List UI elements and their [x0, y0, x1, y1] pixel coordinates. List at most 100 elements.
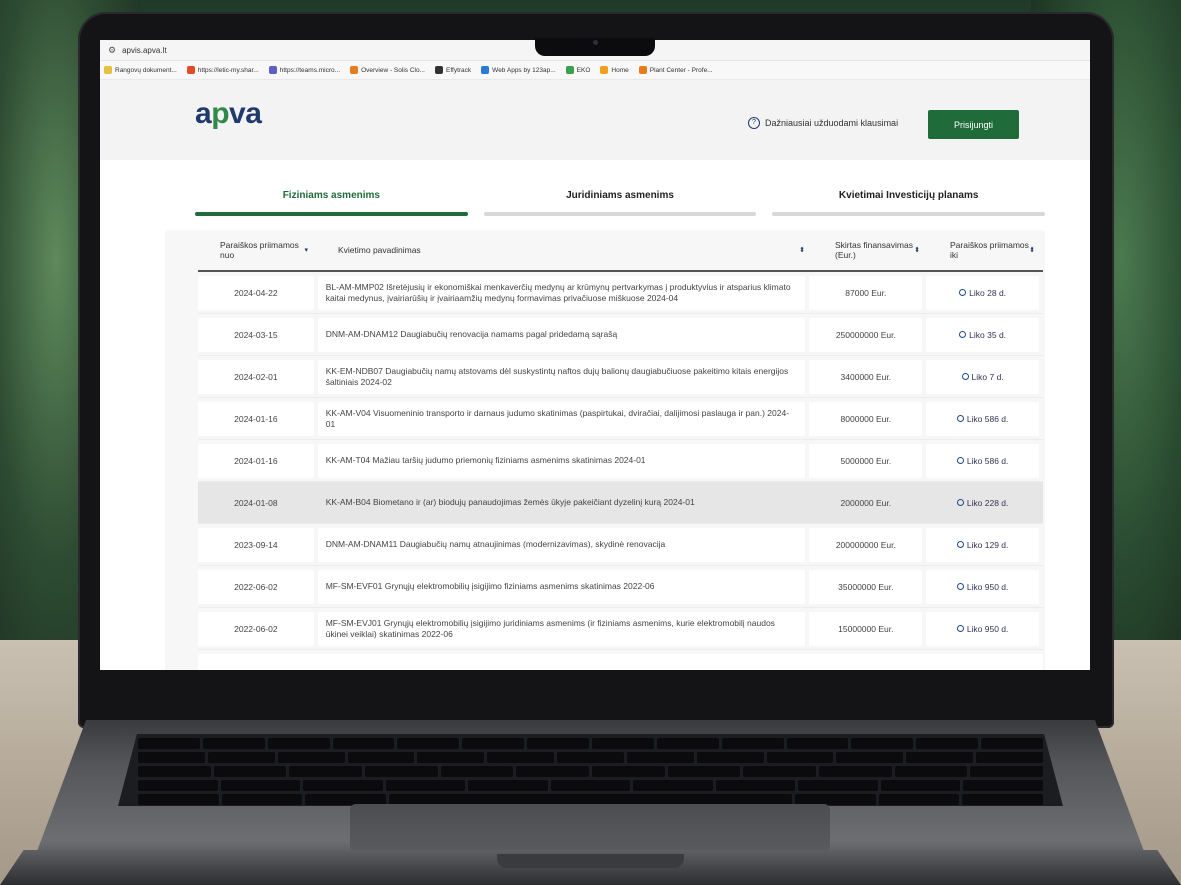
- tab-juridiniams[interactable]: Juridiniams asmenims: [483, 190, 757, 216]
- bookmark-favicon-icon: [435, 66, 443, 74]
- header-funding[interactable]: Skirtas finansavimas (Eur.) ⬍: [813, 240, 928, 260]
- row-funding: 200000000 Eur.: [809, 527, 923, 562]
- site-header: apva ? Dažniausiai užduodami klausimai P…: [100, 80, 1090, 160]
- table-row[interactable]: 2024-03-15 DNM-AM-DNAM12 Daugiabučių reno…: [198, 314, 1043, 356]
- bookmark-favicon-icon: [104, 66, 112, 74]
- bookmark-label: Overview - Solis Clo...: [361, 66, 425, 74]
- bookmark-favicon-icon: [600, 66, 609, 74]
- row-date-from: 2024-01-16: [198, 401, 314, 436]
- bookmarks-bar: Rangovų dokument... https://letic-my.shar…: [100, 61, 1090, 80]
- clock-icon: [956, 541, 964, 548]
- table-row[interactable]: 2022-06-02 MF-SM-EVF01 Grynųjų elektromob…: [198, 566, 1043, 608]
- row-call-name[interactable]: KK-EM-NDB07 Daugiabučių namų atstovams d…: [317, 359, 806, 394]
- bookmark-label: EKO: [576, 66, 591, 74]
- apva-logo[interactable]: apva: [195, 97, 262, 131]
- bookmark-label: Web Apps by 123ap...: [492, 66, 556, 74]
- row-funding: 15000000 Eur.: [809, 611, 923, 646]
- faq-label: Dažniausiai užduodami klausimai: [765, 118, 899, 128]
- table-row[interactable]: 2024-01-08 KK-AM-B04 Biometano ir (ar) bi…: [198, 482, 1043, 524]
- row-call-name[interactable]: BL-AM-MMP02 Išretėjusių ir ekonomiškai m…: [317, 275, 806, 310]
- header-date-from[interactable]: Paraiškos priimamos nuo ▾: [198, 240, 316, 260]
- faq-link[interactable]: ? Dažniausiai užduodami klausimai: [748, 117, 898, 129]
- clock-icon: [959, 331, 967, 338]
- tab-fiziniams[interactable]: Fiziniams asmenims: [195, 190, 468, 216]
- bookmark-item[interactable]: Home: [600, 66, 629, 74]
- sort-icon[interactable]: ▾: [304, 246, 308, 254]
- row-call-name[interactable]: DNM-AM-DNAM12 Daugiabučių renovacija nam…: [317, 317, 806, 352]
- question-icon: ?: [748, 117, 760, 129]
- row-days-left: Liko 228 d.: [926, 486, 1039, 520]
- table-row[interactable]: 2024-01-16 KK-AM-V04 Visuomeninio transpo…: [198, 398, 1043, 440]
- row-days-left: Liko 950 d.: [926, 569, 1039, 604]
- bookmark-favicon-icon: [350, 66, 359, 74]
- header-date-to[interactable]: Paraiškos priimamos iki ⬍: [928, 240, 1043, 260]
- row-days-left: Liko 586 d.: [926, 443, 1039, 478]
- bookmark-item[interactable]: Plant Center - Profe...: [638, 66, 713, 74]
- clock-icon: [956, 583, 964, 590]
- row-funding: 35000000 Eur.: [809, 569, 923, 604]
- row-funding: 87000 Eur.: [809, 275, 923, 310]
- camera-icon: [593, 40, 598, 45]
- bookmark-favicon-icon: [268, 66, 277, 74]
- bookmark-item[interactable]: https://letic-my.shar...: [186, 66, 259, 74]
- table-footer: [198, 654, 1043, 670]
- row-days-left: Liko 586 d.: [926, 401, 1039, 436]
- bookmark-item[interactable]: https://teams.micro...: [268, 66, 341, 74]
- bookmark-item[interactable]: Overview - Solis Clo...: [350, 66, 425, 74]
- tabs: Fiziniams asmenims Juridiniams asmenims …: [195, 190, 1046, 216]
- row-date-from: 2024-02-01: [198, 359, 314, 394]
- table-row[interactable]: 2022-06-02 MF-SM-EVJ01 Grynųjų elektromob…: [198, 608, 1043, 650]
- bookmark-label: https://letic-my.shar...: [197, 66, 259, 74]
- row-call-name[interactable]: KK-AM-B04 Biometano ir (ar) biodujų pana…: [318, 486, 806, 520]
- table-row[interactable]: 2024-04-22 BL-AM-MMP02 Išretėjusių ir eko…: [198, 272, 1043, 314]
- header-name[interactable]: Kvietimo pavadinimas ⬍: [316, 245, 813, 255]
- row-call-name[interactable]: MF-SM-EVJ01 Grynųjų elektromobilių įsigi…: [317, 611, 806, 646]
- bookmark-label: Rangovų dokument...: [115, 66, 177, 74]
- bookmark-item[interactable]: EKO: [565, 66, 591, 74]
- bookmark-label: Home: [611, 66, 629, 74]
- bookmark-item[interactable]: Rangovų dokument...: [104, 66, 177, 74]
- calls-table: Paraiškos priimamos nuo ▾ Kvietimo pavadi…: [198, 230, 1043, 670]
- bookmark-favicon-icon: [186, 66, 195, 74]
- row-call-name[interactable]: KK-AM-T04 Mažiau taršių judumo priemonių…: [317, 443, 806, 478]
- bookmark-label: Plant Center - Profe...: [649, 66, 713, 74]
- bookmark-favicon-icon: [481, 66, 490, 74]
- row-days-left: Liko 28 d.: [926, 275, 1039, 310]
- login-button[interactable]: Prisijungti: [928, 110, 1019, 139]
- table-row[interactable]: 2024-02-01 KK-EM-NDB07 Daugiabučių namų a…: [198, 356, 1043, 398]
- row-call-name[interactable]: MF-SM-EVF01 Grynųjų elektromobilių įsigi…: [317, 569, 806, 604]
- url-text[interactable]: apvis.apva.lt: [122, 46, 166, 55]
- site-settings-icon[interactable]: ⚙: [108, 45, 116, 56]
- sort-icon[interactable]: ⬍: [799, 246, 805, 254]
- row-call-name[interactable]: DNM-AM-DNAM11 Daugiabučių namų atnaujini…: [317, 527, 806, 562]
- row-date-from: 2023-09-14: [198, 527, 314, 562]
- tab-investiciju-planams[interactable]: Kvietimai Investicijų planams: [772, 190, 1046, 216]
- laptop-keyboard: [118, 734, 1063, 806]
- clock-icon: [956, 457, 964, 464]
- row-date-from: 2024-04-22: [198, 275, 314, 310]
- bookmark-item[interactable]: Web Apps by 123ap...: [481, 66, 556, 74]
- row-date-from: 2024-01-08: [234, 497, 278, 508]
- table-row[interactable]: 2023-09-14 DNM-AM-DNAM11 Daugiabučių namų…: [198, 524, 1043, 566]
- row-date-from: 2022-06-02: [198, 569, 314, 604]
- row-funding: 5000000 Eur.: [809, 443, 923, 478]
- clock-icon: [956, 499, 964, 506]
- bookmark-item[interactable]: Effytrack: [435, 66, 471, 74]
- sort-icon[interactable]: ⬍: [1029, 246, 1035, 254]
- sort-icon[interactable]: ⬍: [914, 246, 920, 254]
- clock-icon: [961, 373, 969, 380]
- laptop-screen: ⚙ apvis.apva.lt Rangovų dokument... https…: [100, 40, 1090, 670]
- row-call-name[interactable]: KK-AM-V04 Visuomeninio transporto ir dar…: [317, 401, 806, 436]
- laptop-trackpad: [350, 804, 830, 852]
- clock-icon: [956, 625, 964, 632]
- row-date-from: 2024-01-16: [198, 443, 314, 478]
- row-date-from: 2022-06-02: [198, 611, 314, 646]
- bookmark-label: Effytrack: [446, 66, 472, 74]
- row-funding: 250000000 Eur.: [809, 317, 923, 352]
- table-row[interactable]: 2024-01-16 KK-AM-T04 Mažiau taršių judumo…: [198, 440, 1043, 482]
- bookmark-label: https://teams.micro...: [279, 66, 341, 74]
- row-days-left: Liko 129 d.: [926, 527, 1039, 562]
- row-funding: 2000000 Eur.: [840, 497, 892, 508]
- bookmark-favicon-icon: [565, 66, 574, 74]
- row-funding: 3400000 Eur.: [809, 359, 923, 394]
